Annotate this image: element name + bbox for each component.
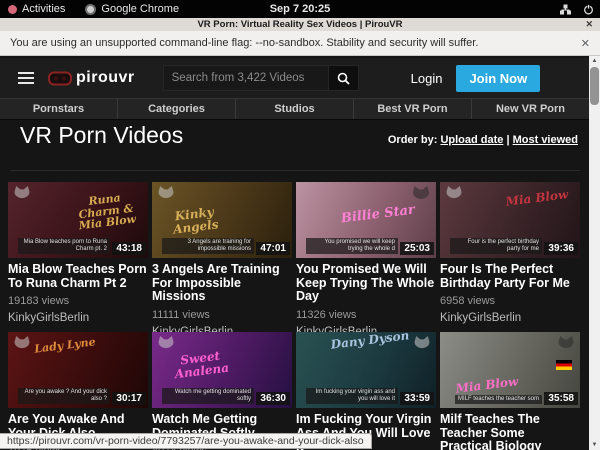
studio-cat-logo-icon (444, 185, 464, 202)
thumbnail-overlay-title: Mia Blow (501, 188, 572, 209)
thumbnail-overlay-title: Mia Blow (444, 374, 531, 397)
video-grid: Runa Charm & Mia Blow Mia Blow teaches p… (8, 182, 580, 450)
thumbnail-caption: Im fucking your virgin ass and you will … (306, 388, 398, 404)
video-card: Kinky Angels 3 Angels are training for i… (152, 182, 292, 328)
order-by-upload-date-link[interactable]: Upload date (440, 134, 503, 146)
video-title-link[interactable]: You Promised We Will Keep Trying The Who… (296, 263, 436, 304)
window-title-bar: VR Porn: Virtual Reality Sex Videos | Pi… (0, 18, 600, 31)
video-thumbnail[interactable]: Mia Blow Four is the perfect birthday pa… (440, 182, 580, 258)
video-thumbnail[interactable]: Sweet Analena Watch me getting dominated… (152, 332, 292, 408)
thumbnail-overlay-title: Dany Dyson (330, 332, 411, 351)
heading-divider (10, 170, 580, 171)
video-views: 11111 views (152, 309, 292, 321)
page-title: VR Porn Videos (20, 122, 183, 149)
thumbnail-overlay-title: Kinky Angels (159, 204, 232, 238)
video-views: 19183 views (8, 295, 148, 307)
video-duration-badge: 30:17 (112, 392, 146, 405)
search-input[interactable] (163, 65, 329, 91)
video-card: Mia Blow Four is the perfect birthday pa… (440, 182, 580, 328)
video-card: Billie Star You promised we will keep tr… (296, 182, 436, 328)
scrollbar-up-arrow[interactable]: ▲ (589, 56, 600, 66)
order-by-separator: | (506, 134, 509, 146)
thumbnail-caption: 3 Angels are training for impossible mis… (162, 238, 254, 254)
order-by-label: Order by: (388, 134, 438, 146)
thumbnail-overlay-title: Billie Star (337, 203, 418, 226)
video-title-link[interactable]: Four Is The Perfect Birthday Party For M… (440, 263, 580, 290)
system-top-bar: Activities Google Chrome Sep 7 20:25 (0, 0, 600, 18)
studio-cat-logo-icon (156, 185, 176, 202)
site-header: pirouvr Login Join Now (0, 58, 589, 98)
studio-cat-logo-icon (556, 335, 576, 352)
studio-cat-logo-icon (12, 185, 32, 202)
video-thumbnail[interactable]: Kinky Angels 3 Angels are training for i… (152, 182, 292, 258)
vr-goggles-icon (48, 71, 72, 86)
video-duration-badge: 35:58 (544, 392, 578, 405)
main-menu: Pornstars Categories Studios Best VR Por… (0, 98, 589, 120)
network-icon[interactable] (560, 4, 571, 15)
thumbnail-caption: Watch me getting dominated softly (162, 388, 254, 404)
site-logo[interactable]: pirouvr (48, 69, 135, 87)
menu-item-categories[interactable]: Categories (117, 99, 235, 119)
login-link[interactable]: Login (411, 71, 443, 86)
join-now-button[interactable]: Join Now (456, 65, 540, 92)
video-duration-badge: 47:01 (256, 242, 290, 255)
scrollbar-down-arrow[interactable]: ▼ (589, 440, 600, 450)
window-close-button[interactable]: ✕ (585, 19, 593, 30)
thumbnail-caption: Mia Blow teaches porn to Runa Charm pt. … (18, 238, 110, 254)
thumbnail-overlay-title: Sweet Analena (161, 347, 241, 382)
video-duration-badge: 39:36 (544, 242, 578, 255)
video-views: 11326 views (296, 309, 436, 321)
logo-text: pirouvr (76, 69, 135, 87)
thumbnail-overlay-title: Lady Lyne (32, 336, 99, 356)
infobar-close-button[interactable]: ✕ (581, 37, 590, 50)
search-icon (337, 72, 350, 85)
video-thumbnail[interactable]: Mia Blow MILF teaches the teacher som 35… (440, 332, 580, 408)
video-title-link[interactable]: Milf Teaches The Teacher Some Practical … (440, 413, 580, 450)
video-card: Mia Blow MILF teaches the teacher som 35… (440, 332, 580, 450)
power-icon[interactable] (583, 4, 594, 15)
chrome-infobar: You are using an unsupported command-lin… (0, 31, 600, 56)
video-duration-badge: 43:18 (112, 242, 146, 255)
video-thumbnail[interactable]: Lady Lyne Are you awake ? And your dick … (8, 332, 148, 408)
search-button[interactable] (329, 65, 359, 91)
thumbnail-overlay-title: Runa Charm & Mia Blow (68, 190, 144, 233)
video-thumbnail[interactable]: Dany Dyson Im fucking your virgin ass an… (296, 332, 436, 408)
thumbnail-caption: You promised we will keep trying the who… (306, 238, 398, 254)
studio-cat-logo-icon (410, 185, 432, 203)
video-card: Runa Charm & Mia Blow Mia Blow teaches p… (8, 182, 148, 328)
studio-cat-logo-icon (412, 335, 432, 352)
scrollbar-thumb[interactable] (590, 67, 599, 105)
web-page: pirouvr Login Join Now Pornstars Categor… (0, 56, 600, 450)
video-duration-badge: 25:03 (400, 242, 434, 255)
video-duration-badge: 36:30 (256, 392, 290, 405)
video-title-link[interactable]: Mia Blow Teaches Porn To Runa Charm Pt 2 (8, 263, 148, 290)
video-thumbnail[interactable]: Billie Star You promised we will keep tr… (296, 182, 436, 258)
page-scrollbar[interactable]: ▲ ▼ (589, 56, 600, 450)
video-studio-link[interactable]: KinkyGirlsBerlin (8, 312, 148, 324)
screen: Activities Google Chrome Sep 7 20:25 VR … (0, 0, 600, 450)
infobar-message: You are using an unsupported command-lin… (10, 37, 478, 49)
window-title: VR Porn: Virtual Reality Sex Videos | Pi… (197, 19, 402, 30)
system-clock[interactable]: Sep 7 20:25 (0, 3, 600, 15)
order-by: Order by: Upload date | Most viewed (388, 134, 578, 146)
video-title-link[interactable]: 3 Angels Are Training For Impossible Mis… (152, 263, 292, 304)
video-views: 6958 views (440, 295, 580, 307)
studio-cat-logo-icon (156, 335, 176, 352)
menu-item-new-vr-porn[interactable]: New VR Porn (471, 99, 589, 119)
video-studio-link[interactable]: KinkyGirlsBerlin (440, 312, 580, 324)
studio-cat-logo-icon (12, 335, 32, 352)
menu-item-pornstars[interactable]: Pornstars (0, 99, 117, 119)
menu-item-studios[interactable]: Studios (235, 99, 353, 119)
menu-toggle-icon[interactable] (18, 69, 34, 87)
thumbnail-caption: Are you awake ? And your dick also ? (18, 388, 110, 404)
video-thumbnail[interactable]: Runa Charm & Mia Blow Mia Blow teaches p… (8, 182, 148, 258)
order-by-most-viewed-link[interactable]: Most viewed (513, 134, 578, 146)
link-preview-statusbar: https://pirouvr.com/vr-porn-video/779325… (0, 433, 372, 449)
video-duration-badge: 33:59 (400, 392, 434, 405)
thumbnail-caption: Four is the perfect birthday party for m… (450, 238, 542, 254)
thumbnail-caption: MILF teaches the teacher som (455, 395, 542, 404)
german-flag-icon (556, 360, 572, 370)
menu-item-best-vr-porn[interactable]: Best VR Porn (353, 99, 471, 119)
